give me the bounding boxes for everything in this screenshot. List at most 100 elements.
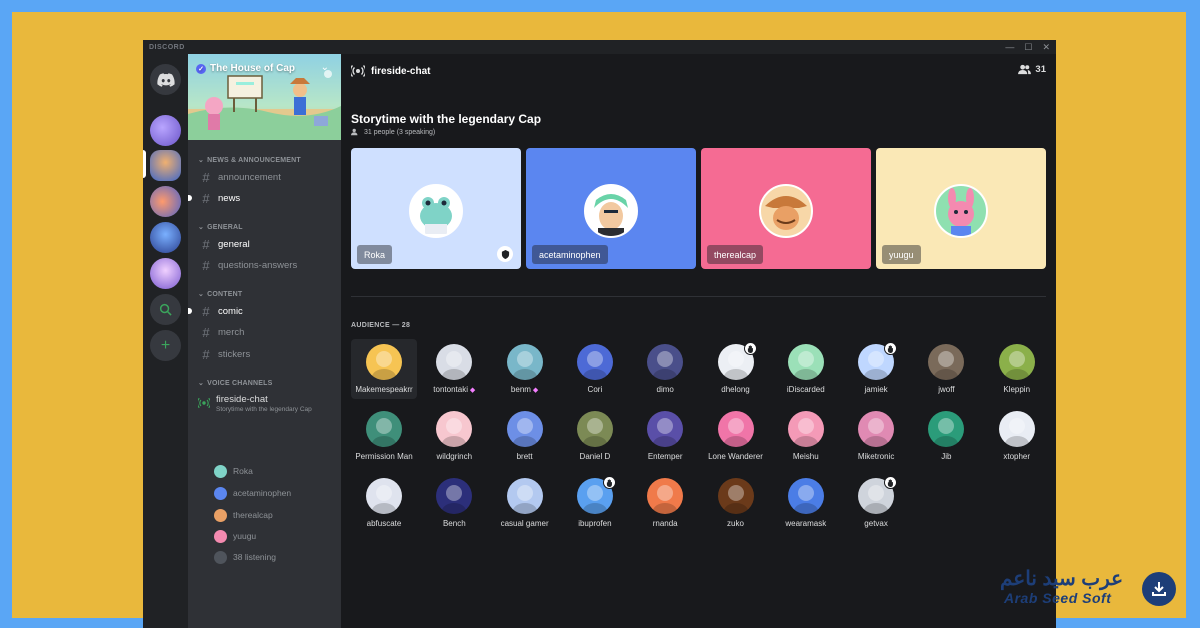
audience-member-label: Miketronic [857,452,895,461]
speaker-tile-yuugu[interactable]: yuugu [876,148,1046,269]
voice-user-name: therealcap [233,510,273,520]
category-content[interactable]: ⌄ CONTENT [198,290,242,299]
audience-member[interactable]: dhelong [703,339,769,399]
add-server-button[interactable]: + [150,330,181,361]
voice-user-roka[interactable]: Roka [214,463,253,479]
audience-member[interactable]: zuko [703,473,769,533]
download-icon [1142,572,1176,606]
hash-icon: # [202,303,210,319]
audience-member[interactable]: Entemper [632,406,698,466]
avatar [998,344,1035,380]
audience-member[interactable]: iDiscarded [773,339,839,399]
audience-member[interactable]: Jib [913,406,979,466]
stage-channel-icon [198,397,210,409]
audience-member[interactable]: wildgrinch [421,406,487,466]
home-button[interactable] [150,64,181,95]
audience-member-label: ibuprofen [578,519,612,528]
speaker-tile-therealcap[interactable]: therealcap [701,148,871,269]
audience-member[interactable]: jwoff [913,339,979,399]
minimize-button[interactable]: — [1005,42,1014,52]
nitro-boost-icon: ◆ [467,387,476,394]
audience-member[interactable]: Lone Wanderer [703,406,769,466]
audience-member[interactable]: Daniel D [562,406,628,466]
category-news-label: NEWS & ANNOUNCEMENT [207,156,301,164]
avatar [717,411,754,447]
audience-member-name: wearamask [767,519,845,528]
explore-servers-button[interactable] [150,294,181,325]
audience-member[interactable]: wearamask [773,473,839,533]
audience-member[interactable]: benm ◆ [492,339,558,399]
server-icon-1[interactable] [150,115,181,146]
audience-member[interactable]: Makemespeakrr [351,339,417,399]
close-button[interactable]: ✕ [1042,42,1050,52]
channel-sidebar: ✓ The House of Cap ⌄ ⌄ NEWS & ANNOUNCEMEN… [188,54,341,628]
category-voice[interactable]: ⌄ VOICE CHANNELS [198,379,273,388]
audience-member-label: Permission Man [355,452,413,461]
audience-member-name: dhelong [697,385,775,394]
audience-member-label: jwoff [938,385,955,394]
avatar [366,478,402,514]
nitro-boost-icon: ◆ [530,387,539,394]
channel-label: comic [218,305,243,317]
server-icon-4[interactable] [150,222,181,253]
audience-member[interactable]: Permission Man [351,406,417,466]
watermark-english-text: Arab Seed Soft [1004,590,1112,606]
audience-member[interactable]: Cori [562,339,628,399]
server-icon-house-of-cap[interactable] [150,150,181,181]
audience-member-name: Entemper [626,452,704,461]
avatar [506,344,543,380]
audience-member[interactable]: getvax [843,473,909,533]
hash-icon: # [202,169,210,185]
channel-comic[interactable]: # comic [188,301,335,321]
category-news[interactable]: ⌄ NEWS & ANNOUNCEMENT [198,156,301,165]
audience-member[interactable]: Meishu [773,406,839,466]
audience-member[interactable]: casual gamer [492,473,558,533]
server-icon-5[interactable] [150,258,181,289]
voice-user-yuugu[interactable]: yuugu [214,528,256,544]
category-general[interactable]: ⌄ GENERAL [198,223,243,232]
audience-member-label: dhelong [721,385,750,394]
stage-subtitle: 31 people (3 speaking) [351,128,435,136]
unread-indicator [188,195,192,201]
audience-member-name: brett [486,452,564,461]
voice-user-therealcap[interactable]: therealcap [214,507,273,523]
channel-announcement[interactable]: # announcement [194,167,335,187]
member-count-button[interactable]: 31 [1018,64,1046,75]
audience-member[interactable]: rnanda [632,473,698,533]
channel-stickers[interactable]: # stickers [194,344,335,364]
audience-member[interactable]: ibuprofen [562,473,628,533]
audience-member-name: jamiek [837,385,915,394]
audience-member[interactable]: Kleppin [984,339,1050,399]
audience-member-label: Meishu [792,452,819,461]
channel-merch[interactable]: # merch [194,322,335,342]
server-banner[interactable]: ✓ The House of Cap ⌄ [188,54,341,140]
speaker-tile-acetaminophen[interactable]: acetaminophen [526,148,696,269]
audience-member[interactable]: tontontaki ◆ [421,339,487,399]
listening-count[interactable]: 38 listening [214,549,276,565]
avatar [576,344,613,380]
audience-member[interactable]: Miketronic [843,406,909,466]
audience-member[interactable]: Bench [421,473,487,533]
audience-member[interactable]: xtopher [984,406,1050,466]
audience-member-label: brett [516,452,533,461]
channel-general[interactable]: # general [194,234,335,254]
channel-news[interactable]: # news [188,188,335,208]
moderator-icon [497,246,513,262]
chevron-down-icon[interactable]: ⌄ [321,62,329,73]
voice-user-acetaminophen[interactable]: acetaminophen [214,485,291,501]
maximize-button[interactable]: ☐ [1024,42,1032,52]
avatar [506,478,543,514]
server-icon-3[interactable] [150,186,181,217]
audience-member[interactable]: abfuscate [351,473,417,533]
speaker-tile-roka[interactable]: Roka [351,148,521,269]
audience-member[interactable]: brett [492,406,558,466]
people-icon [351,128,358,136]
channel-questions-answers[interactable]: # questions-answers [194,255,335,275]
server-name-label: The House of Cap [210,63,296,74]
audience-member[interactable]: dimo [632,339,698,399]
raised-hand-icon [743,342,757,355]
stage-topic: Storytime with the legendary Cap [351,112,542,126]
speaker-name: therealcap [707,245,764,264]
audience-member-name: Lone Wanderer [697,452,775,461]
audience-member[interactable]: jamiek [843,339,909,399]
